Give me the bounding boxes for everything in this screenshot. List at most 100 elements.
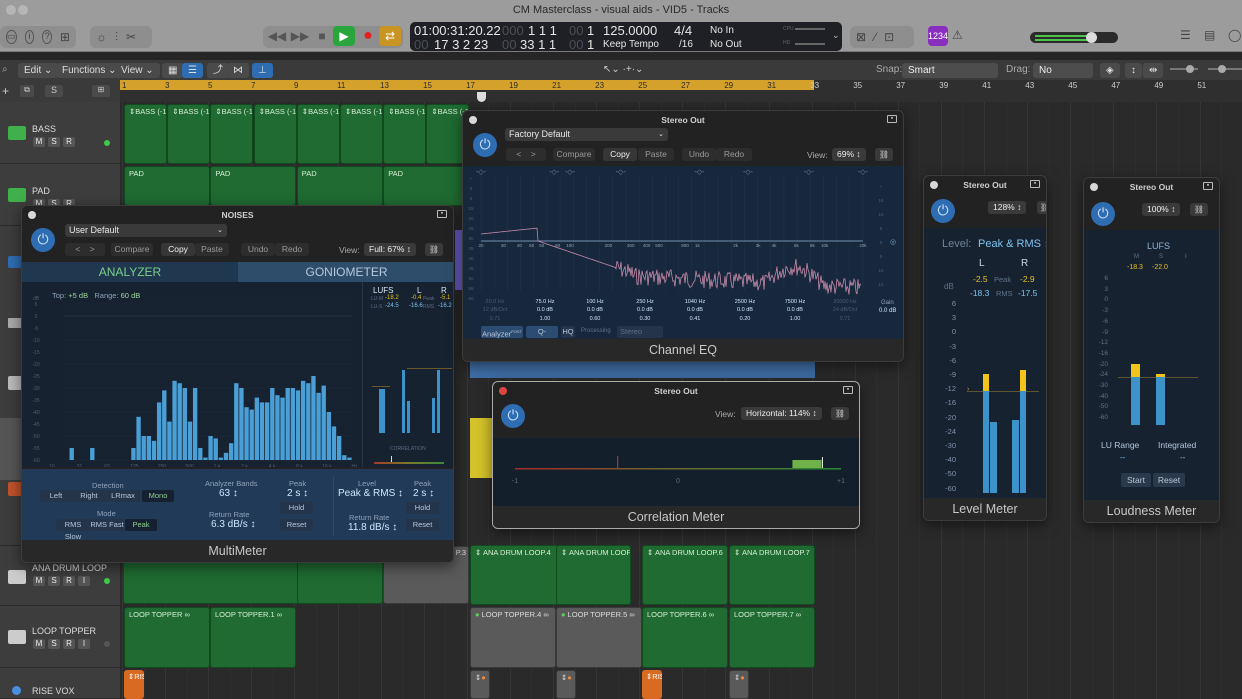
lcd-display[interactable]: 01:00:31:20.22 000 1 1 1 00 1 125.0000 4…: [410, 22, 842, 52]
view-select[interactable]: 69% ↕: [832, 148, 866, 161]
prev-next-buttons[interactable]: < >: [65, 243, 105, 256]
prev-preset[interactable]: <: [516, 149, 521, 159]
hq-button[interactable]: HQ: [561, 326, 575, 338]
replace-icon[interactable]: ⊠: [856, 30, 866, 44]
undo-button[interactable]: Undo: [682, 148, 716, 161]
next-preset[interactable]: >: [90, 244, 95, 254]
band-q[interactable]: 0.71: [473, 316, 517, 322]
ruler-bar-number[interactable]: 5: [208, 81, 212, 90]
vertical-zoom-slider[interactable]: [1170, 65, 1198, 73]
mute-button[interactable]: M: [33, 639, 45, 649]
horizontal-fit-icon[interactable]: ⇹: [1143, 63, 1164, 78]
region-bass[interactable]: ⇕BASS (-1: [296, 104, 340, 164]
mixer-icon[interactable]: ⫶: [115, 30, 118, 45]
view-select[interactable]: 128% ↕: [988, 201, 1027, 214]
preset-select[interactable]: Factory Default ⌄: [505, 128, 668, 141]
start-button[interactable]: Start: [1121, 473, 1151, 487]
band-frequency[interactable]: 75.0 Hz: [523, 299, 567, 305]
band-gain[interactable]: 0.0 dB: [723, 307, 767, 313]
region-pad[interactable]: PAD: [296, 166, 383, 206]
browsers-icon[interactable]: ◯: [1228, 28, 1241, 42]
ruler-bar-number[interactable]: 37: [896, 81, 905, 90]
band-q[interactable]: 1.00: [523, 316, 567, 322]
peak-hold-value-2[interactable]: 2 s ↕: [413, 488, 434, 499]
tuning-icon[interactable]: ⁄: [874, 30, 876, 44]
band-q[interactable]: 0.30: [623, 316, 667, 322]
redo-button[interactable]: Redo: [716, 148, 752, 161]
ruler-bar-number[interactable]: 11: [337, 81, 345, 90]
region-ana-drum-loop-7[interactable]: ⇕ ANA DRUM LOOP.7: [729, 545, 815, 605]
track-header-bass[interactable]: BASS M S R: [0, 102, 120, 164]
mode-rms-fast[interactable]: RMS Fast: [90, 519, 124, 531]
paste-button[interactable]: Paste: [195, 243, 229, 256]
band-frequency[interactable]: 100 Hz: [573, 299, 617, 305]
fast-forward-button[interactable]: ▶▶: [289, 26, 311, 46]
input-monitor-button[interactable]: I: [78, 639, 90, 649]
solo-button[interactable]: S: [48, 576, 60, 586]
undo-button[interactable]: Undo: [241, 243, 275, 256]
region-loop-topper-1[interactable]: LOOP TOPPER.1 ∞: [210, 607, 296, 668]
detection-mono[interactable]: Mono: [142, 490, 174, 502]
inspector-icon[interactable]: i: [24, 30, 35, 44]
region-bass[interactable]: ⇕BASS (-1: [340, 104, 383, 164]
region-loop-topper[interactable]: LOOP TOPPER ∞: [124, 607, 210, 668]
stop-button[interactable]: ■: [311, 26, 333, 46]
list-editors-icon[interactable]: ☰: [1180, 28, 1191, 42]
level-select[interactable]: Peak & RMS ↕: [338, 488, 403, 499]
ruler-bar-number[interactable]: 35: [853, 81, 862, 90]
snap-select[interactable]: Smart: [902, 63, 998, 78]
metronome-icon[interactable]: ⚠: [952, 28, 963, 42]
band-gain[interactable]: 24 dB/Oct: [823, 307, 867, 313]
global-tracks-icon[interactable]: ⊞: [92, 85, 110, 97]
ruler-bar-number[interactable]: 31: [767, 81, 776, 90]
lcd-chevron-down-icon[interactable]: ⌄: [832, 30, 840, 41]
record-button[interactable]: ●: [357, 26, 379, 46]
region-rise-vox[interactable]: ⇕RIS: [642, 670, 662, 699]
help-icon[interactable]: ?: [42, 30, 52, 44]
q-couple-button[interactable]: Q-Couple: [526, 326, 558, 348]
play-button[interactable]: ▶: [333, 26, 355, 46]
expand-icon[interactable]: ▪: [1030, 180, 1040, 188]
horizontal-zoom-slider[interactable]: [1208, 65, 1242, 73]
region-bass[interactable]: ⇕BASS (-1: [253, 104, 297, 164]
expand-icon[interactable]: ▪: [437, 210, 447, 218]
reset-button[interactable]: Reset: [1153, 473, 1185, 487]
band-frequency[interactable]: 7500 Hz: [773, 299, 817, 305]
tab-goniometer[interactable]: GONIOMETER: [238, 262, 453, 282]
search-icon[interactable]: ⌕: [2, 64, 8, 75]
detection-left[interactable]: Left: [40, 490, 72, 502]
paste-button[interactable]: Paste: [638, 148, 674, 161]
ruler-bar-number[interactable]: 45: [1068, 81, 1077, 90]
copy-button[interactable]: Copy: [603, 148, 637, 161]
ruler-bar-number[interactable]: 1: [122, 81, 126, 90]
reset-button[interactable]: Reset: [280, 519, 313, 531]
note-pad-icon[interactable]: ▤: [1204, 28, 1215, 42]
region-pad[interactable]: PAD: [383, 166, 470, 206]
ruler-bar-number[interactable]: 51: [1197, 81, 1206, 90]
master-volume-slider[interactable]: [1030, 32, 1118, 43]
reset-button-2[interactable]: Reset: [406, 519, 439, 531]
region-pad[interactable]: PAD: [124, 166, 210, 206]
ruler-bar-number[interactable]: 41: [982, 81, 991, 90]
ruler-bar-number[interactable]: 43: [1025, 81, 1034, 90]
ruler-bar-number[interactable]: 19: [509, 81, 518, 90]
band-gain[interactable]: 0.0 dB: [773, 307, 817, 313]
preset-select[interactable]: User Default ⌄: [65, 224, 227, 237]
band-frequency[interactable]: 20.0 Hz: [473, 299, 517, 305]
mute-button[interactable]: M: [33, 576, 45, 586]
ruler-bar-number[interactable]: 27: [681, 81, 690, 90]
solo-button[interactable]: S: [48, 639, 60, 649]
record-enable-button[interactable]: R: [63, 639, 75, 649]
expand-icon[interactable]: ▪: [887, 115, 897, 123]
target-arrow-icon[interactable]: ›: [967, 386, 969, 393]
band-frequency[interactable]: 20000 Hz: [823, 299, 867, 305]
return-rate-value-2[interactable]: 11.8 dB/s ↕: [348, 522, 397, 533]
analyzer-bands-value[interactable]: 63 ↕: [219, 488, 238, 499]
band-gain[interactable]: 0.0 dB: [573, 307, 617, 313]
pointer-tool-icon[interactable]: ↖⌄ ·+·⌄: [603, 64, 643, 75]
hold-button-2[interactable]: Hold: [406, 502, 439, 514]
cycle-button[interactable]: ⇄: [379, 26, 401, 46]
region-bass[interactable]: ⇕BASS (-1: [124, 104, 167, 164]
vertical-zoom-icon[interactable]: ↕: [1125, 63, 1142, 78]
redo-button[interactable]: Redo: [275, 243, 309, 256]
